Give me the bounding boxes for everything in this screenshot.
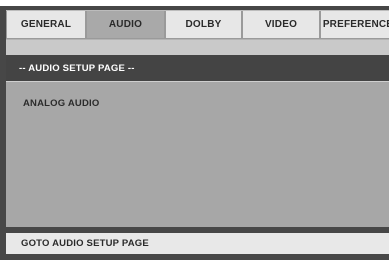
- tab-bar: GENERAL AUDIO DOLBY VIDEO PREFERENCE: [6, 10, 389, 39]
- tab-divider-strip: [6, 39, 389, 55]
- setup-menu-frame: GENERAL AUDIO DOLBY VIDEO PREFERENCE -- …: [0, 6, 389, 260]
- tab-video[interactable]: VIDEO: [242, 11, 320, 39]
- tab-general[interactable]: GENERAL: [6, 11, 86, 39]
- status-bar: GOTO AUDIO SETUP PAGE: [6, 233, 389, 254]
- settings-panel: ANALOG AUDIO: [6, 81, 389, 227]
- menu-item-analog-audio[interactable]: ANALOG AUDIO: [23, 98, 99, 109]
- tab-preference[interactable]: PREFERENCE: [320, 11, 389, 39]
- tab-audio[interactable]: AUDIO: [86, 11, 165, 39]
- tab-dolby[interactable]: DOLBY: [165, 11, 242, 39]
- page-title: -- AUDIO SETUP PAGE --: [6, 55, 389, 81]
